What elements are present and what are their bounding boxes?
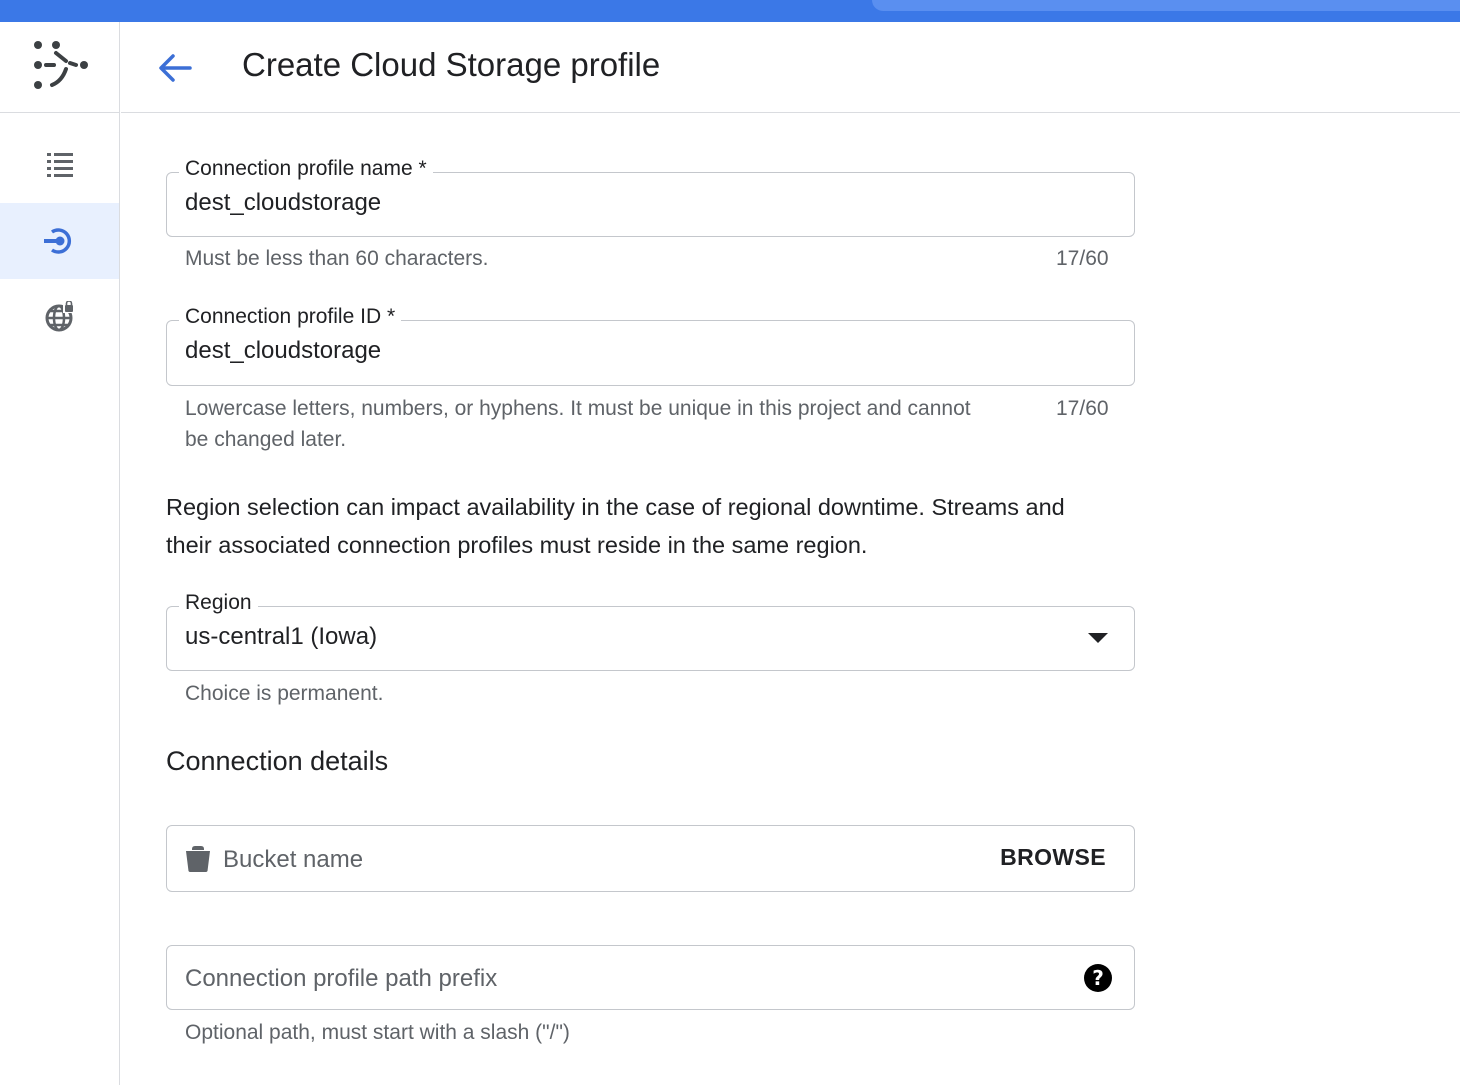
profile-id-counter: 17/60: [1056, 397, 1109, 420]
profile-name-input[interactable]: dest_cloudstorage: [185, 189, 381, 217]
browse-button[interactable]: BROWSE: [1000, 844, 1106, 871]
rail-item-connection-profiles[interactable]: [0, 203, 119, 279]
nav-rail: [0, 22, 120, 1085]
region-selected-value: us-central1 (Iowa): [185, 623, 378, 650]
region-label: Region: [179, 591, 258, 615]
page-title: Create Cloud Storage profile: [242, 46, 661, 83]
dropdown-arrow-icon[interactable]: [1088, 633, 1108, 643]
list-icon: [46, 153, 73, 177]
path-prefix-input[interactable]: Connection profile path prefix: [185, 965, 497, 993]
bucket-icon: [186, 846, 210, 872]
profile-id-input[interactable]: dest_cloudstorage: [185, 337, 381, 365]
profile-name-field[interactable]: Connection profile name * dest_cloudstor…: [166, 157, 1135, 237]
connection-profile-icon: [43, 228, 71, 254]
region-info-text: Region selection can impact availability…: [166, 488, 1146, 564]
path-prefix-field[interactable]: Connection profile path prefix ?: [166, 945, 1135, 1010]
region-select[interactable]: Region us-central1 (Iowa): [166, 591, 1135, 671]
rail-item-private-connectivity[interactable]: [0, 279, 119, 355]
search-bar-edge[interactable]: [872, 0, 1460, 11]
help-icon[interactable]: ?: [1084, 964, 1112, 992]
rail-item-streams[interactable]: [0, 127, 119, 203]
private-connectivity-icon: [45, 301, 75, 332]
region-hint: Choice is permanent.: [185, 682, 384, 705]
profile-id-hint-line1: Lowercase letters, numbers, or hyphens. …: [185, 397, 971, 420]
path-prefix-hint: Optional path, must start with a slash (…: [185, 1021, 570, 1044]
connection-details-heading: Connection details: [166, 746, 389, 776]
profile-name-counter: 17/60: [1056, 247, 1109, 270]
profile-id-hint: Lowercase letters, numbers, or hyphens. …: [185, 393, 1045, 455]
datastream-logo-icon: [33, 41, 88, 89]
region-info-line2: their associated connection profiles mus…: [166, 532, 868, 558]
profile-name-label: Connection profile name *: [179, 157, 433, 181]
back-button[interactable]: [155, 50, 195, 86]
arrow-back-icon: [159, 54, 192, 82]
datastream-logo[interactable]: [0, 22, 119, 113]
page-header: Create Cloud Storage profile: [121, 22, 1460, 113]
profile-id-field[interactable]: Connection profile ID * dest_cloudstorag…: [166, 305, 1135, 386]
top-app-bar: [0, 0, 1460, 22]
region-info-line1: Region selection can impact availability…: [166, 494, 1065, 520]
profile-id-label: Connection profile ID *: [179, 305, 402, 329]
profile-id-hint-line2: be changed later.: [185, 428, 347, 451]
bucket-name-field[interactable]: Bucket name BROWSE: [166, 825, 1135, 892]
bucket-name-input[interactable]: Bucket name: [223, 846, 363, 874]
profile-name-hint: Must be less than 60 characters.: [185, 247, 489, 270]
